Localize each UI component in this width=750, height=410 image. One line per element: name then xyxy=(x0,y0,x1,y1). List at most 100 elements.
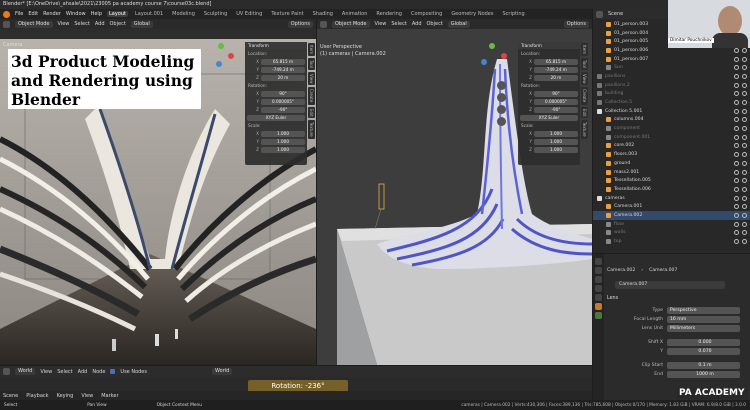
location-z-field[interactable]: 20 m xyxy=(261,74,305,81)
camera-render-icon[interactable] xyxy=(742,152,747,158)
tab-sculpting[interactable]: Sculpting xyxy=(202,11,229,17)
camera-render-icon[interactable] xyxy=(742,186,747,192)
eye-icon[interactable] xyxy=(734,186,739,192)
tab-scripting[interactable]: Scripting xyxy=(501,11,527,17)
location-x-field[interactable]: 65.815 m xyxy=(261,58,305,65)
eye-icon[interactable] xyxy=(734,47,739,53)
tab-modeling[interactable]: Modeling xyxy=(170,11,197,17)
select-menu[interactable]: Select xyxy=(57,369,72,375)
eye-icon[interactable] xyxy=(734,221,739,227)
outliner-row[interactable]: component xyxy=(593,124,750,133)
rotation-y-field[interactable]: 0.000005° xyxy=(261,98,305,105)
outliner-row[interactable]: walls xyxy=(593,229,750,238)
tab-view[interactable]: View xyxy=(308,71,315,86)
object-tab-icon[interactable] xyxy=(595,303,602,310)
mode-dropdown[interactable]: Object Mode xyxy=(15,20,53,28)
tab-geometry-nodes[interactable]: Geometry Nodes xyxy=(449,11,495,17)
rotation-x-field[interactable]: 90° xyxy=(534,90,578,97)
options-button[interactable]: Options xyxy=(563,20,589,28)
world-selector[interactable]: World xyxy=(212,368,233,375)
orientation-dropdown[interactable]: Global xyxy=(447,20,470,28)
outliner-row[interactable]: pavilions xyxy=(593,72,750,81)
location-x-field[interactable]: 65.815 m xyxy=(534,58,578,65)
tool-tab-icon[interactable] xyxy=(595,258,602,265)
camera-render-icon[interactable] xyxy=(742,100,747,106)
tab-layout-001[interactable]: Layout.001 xyxy=(133,11,165,17)
shader-editor-icon[interactable] xyxy=(3,368,10,375)
eye-icon[interactable] xyxy=(734,212,739,218)
playback-menu[interactable]: Playback xyxy=(26,393,48,399)
menu-edit[interactable]: Edit xyxy=(28,11,38,17)
lens-section-header[interactable]: Lens xyxy=(607,296,618,301)
location-z-field[interactable]: 20 m xyxy=(534,74,578,81)
tab-edit[interactable]: Edit xyxy=(581,106,588,119)
camera-render-icon[interactable] xyxy=(742,160,747,166)
property-field[interactable]: 0.070 xyxy=(667,348,740,355)
shader-type-dropdown[interactable]: World xyxy=(15,368,36,375)
outliner-row[interactable]: Tessellation.005 xyxy=(593,176,750,185)
add-menu[interactable]: Add xyxy=(412,21,422,27)
keying-menu[interactable]: Keying xyxy=(57,393,74,399)
property-field[interactable]: 16 mm xyxy=(667,316,740,323)
navigation-gizmo[interactable] xyxy=(208,43,238,73)
gizmo-y-icon[interactable] xyxy=(489,43,495,49)
property-field[interactable]: 0.000 xyxy=(667,339,740,346)
camera-render-icon[interactable] xyxy=(742,239,747,245)
tab-compositing[interactable]: Compositing xyxy=(409,11,444,17)
tab-shading[interactable]: Shading xyxy=(311,11,335,17)
ortho-toggle-icon[interactable] xyxy=(497,117,506,126)
tab-view[interactable]: View xyxy=(581,71,588,86)
orientation-dropdown[interactable]: Global xyxy=(130,20,153,28)
eye-icon[interactable] xyxy=(734,56,739,62)
tab-rendering[interactable]: Rendering xyxy=(374,11,404,17)
outliner-row[interactable]: pavilions.2 xyxy=(593,81,750,90)
rotation-z-field[interactable]: -90° xyxy=(261,106,305,113)
eye-icon[interactable] xyxy=(734,204,739,210)
property-field[interactable]: Perspective xyxy=(667,307,740,314)
outliner-row[interactable]: mass2.001 xyxy=(593,168,750,177)
menu-render[interactable]: Render xyxy=(43,11,61,17)
gizmo-x-icon[interactable] xyxy=(501,53,507,59)
timeline-view-menu[interactable]: View xyxy=(81,393,93,399)
pan-hand-icon[interactable] xyxy=(497,93,506,102)
scale-x-field[interactable]: 1.000 xyxy=(261,130,305,137)
zoom-icon[interactable] xyxy=(497,81,506,90)
output-tab-icon[interactable] xyxy=(595,276,602,283)
add-menu[interactable]: Add xyxy=(95,21,105,27)
menu-window[interactable]: Window xyxy=(66,11,86,17)
location-y-field[interactable]: -749.24 m xyxy=(534,66,578,73)
tab-create[interactable]: Create xyxy=(308,87,315,105)
camera-render-icon[interactable] xyxy=(742,212,747,218)
camera-render-icon[interactable] xyxy=(742,143,747,149)
blender-logo-icon[interactable] xyxy=(3,10,10,18)
rotation-mode-dropdown[interactable]: XYZ Euler xyxy=(247,114,305,121)
view-menu[interactable]: View xyxy=(40,369,52,375)
camera-render-icon[interactable] xyxy=(742,230,747,236)
eye-icon[interactable] xyxy=(734,239,739,245)
eye-icon[interactable] xyxy=(734,82,739,88)
eye-icon[interactable] xyxy=(734,160,739,166)
menu-help[interactable]: Help xyxy=(91,11,102,17)
node-menu[interactable]: Node xyxy=(92,369,105,375)
view-menu[interactable]: View xyxy=(375,21,387,27)
outliner-icon[interactable] xyxy=(596,10,603,18)
eye-icon[interactable] xyxy=(734,143,739,149)
gizmo-x-icon[interactable] xyxy=(228,53,234,59)
eye-icon[interactable] xyxy=(734,117,739,123)
object-menu[interactable]: Object xyxy=(427,21,443,27)
tab-texture[interactable]: Texture xyxy=(581,120,588,140)
eye-icon[interactable] xyxy=(734,126,739,132)
scale-y-field[interactable]: 1.000 xyxy=(534,138,578,145)
scale-z-field[interactable]: 1.000 xyxy=(534,146,578,153)
property-field[interactable]: Millimeters xyxy=(667,325,740,332)
camera-render-icon[interactable] xyxy=(742,169,747,175)
camera-render-icon[interactable] xyxy=(742,56,747,62)
gizmo-y-icon[interactable] xyxy=(218,43,224,49)
rotation-mode-dropdown[interactable]: XYZ Euler xyxy=(520,114,578,121)
camera-render-icon[interactable] xyxy=(742,73,747,79)
tab-edit[interactable]: Edit xyxy=(308,106,315,119)
tab-texture[interactable]: Texture xyxy=(308,120,315,140)
world-tab-icon[interactable] xyxy=(595,294,602,301)
location-y-field[interactable]: -749.24 m xyxy=(261,66,305,73)
camera-render-icon[interactable] xyxy=(742,117,747,123)
